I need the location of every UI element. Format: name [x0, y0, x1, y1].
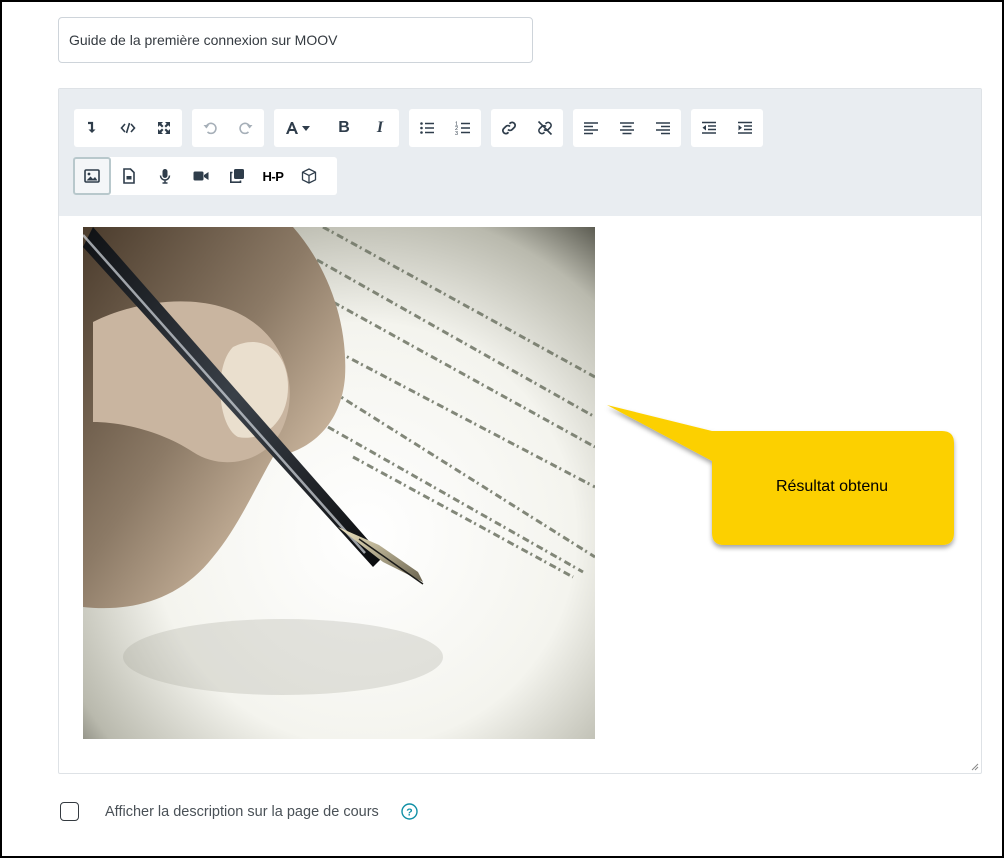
- align-right-icon: [656, 122, 670, 135]
- indent-icon: [738, 121, 752, 134]
- align-center-icon: [620, 122, 634, 135]
- pen-signing-document-image: [83, 227, 595, 739]
- font-style-button[interactable]: [274, 109, 326, 147]
- manage-files-button[interactable]: [219, 157, 255, 195]
- align-left-icon: [584, 122, 598, 135]
- unlink-icon: [537, 120, 553, 136]
- content-bank-button[interactable]: [291, 157, 327, 195]
- svg-text:3: 3: [455, 131, 458, 136]
- html-source-button[interactable]: [110, 109, 146, 147]
- toolbar-group-media: H-P: [73, 157, 337, 195]
- fullscreen-button[interactable]: [146, 109, 182, 147]
- activity-name-input[interactable]: [58, 17, 533, 63]
- help-icon[interactable]: ?: [401, 803, 418, 820]
- italic-icon: I: [376, 119, 384, 136]
- link-icon: [502, 121, 516, 135]
- toolbar-group-lists: 123: [409, 109, 481, 147]
- arrow-down-right-icon: [88, 121, 96, 133]
- file-icon: [123, 168, 135, 184]
- show-description-label: Afficher la description sur la page de c…: [105, 804, 379, 820]
- undo-icon: [203, 122, 217, 135]
- insert-h5p-button[interactable]: H-P: [255, 157, 291, 195]
- align-center-button[interactable]: [609, 109, 645, 147]
- link-button[interactable]: [491, 109, 527, 147]
- code-icon: [120, 122, 136, 134]
- callout-text: Résultat obtenu: [775, 478, 889, 495]
- image-icon: [84, 169, 100, 183]
- toolbar-group-collapse: [74, 109, 182, 147]
- insert-media-button[interactable]: [111, 157, 147, 195]
- outdent-button[interactable]: [691, 109, 727, 147]
- cube-icon: [301, 168, 317, 184]
- indent-button[interactable]: [727, 109, 763, 147]
- show-more-buttons-button[interactable]: [74, 109, 110, 147]
- ordered-list-icon: 123: [455, 122, 470, 136]
- show-description-checkbox[interactable]: [60, 802, 79, 821]
- outdent-icon: [702, 121, 716, 134]
- align-right-button[interactable]: [645, 109, 681, 147]
- toolbar-group-history: [192, 109, 264, 147]
- bullet-list-button[interactable]: [409, 109, 445, 147]
- font-icon: [286, 122, 310, 134]
- italic-button[interactable]: I: [362, 109, 398, 147]
- toolbar-group-links: [491, 109, 563, 147]
- redo-button[interactable]: [228, 109, 264, 147]
- unlink-button[interactable]: [527, 109, 563, 147]
- toolbar-group-format: B I: [274, 109, 399, 147]
- bold-button[interactable]: B: [326, 109, 362, 147]
- expand-icon: [158, 122, 170, 134]
- numbered-list-button[interactable]: 123: [445, 109, 481, 147]
- record-audio-button[interactable]: [147, 157, 183, 195]
- redo-icon: [239, 122, 253, 135]
- align-left-button[interactable]: [573, 109, 609, 147]
- bold-icon: B: [338, 119, 350, 136]
- insert-image-button[interactable]: [73, 157, 111, 195]
- video-camera-icon: [193, 171, 209, 181]
- editor-toolbar: B I 123 H-P: [59, 89, 981, 216]
- resize-handle-icon[interactable]: [971, 763, 979, 771]
- toolbar-group-align: [573, 109, 681, 147]
- record-video-button[interactable]: [183, 157, 219, 195]
- microphone-icon: [159, 169, 171, 184]
- toolbar-group-indent: [691, 109, 763, 147]
- h5p-icon: H-P: [262, 168, 284, 184]
- copy-files-icon: [230, 169, 244, 183]
- svg-text:?: ?: [406, 806, 412, 818]
- unordered-list-icon: [420, 122, 434, 134]
- undo-button[interactable]: [192, 109, 228, 147]
